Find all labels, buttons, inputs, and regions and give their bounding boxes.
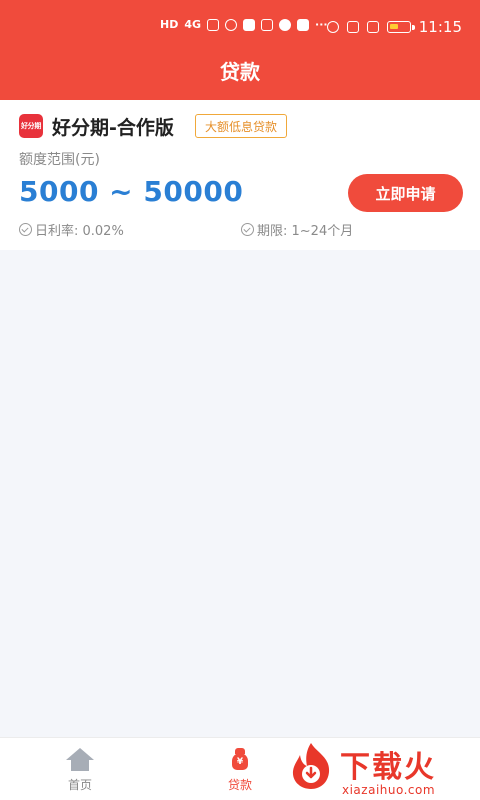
- nav-item-loan[interactable]: ¥ 贷款: [190, 738, 290, 800]
- browser-icon: [279, 18, 292, 31]
- nav-item-home[interactable]: 首页: [30, 738, 130, 800]
- loan-term-text: 期限: 1~24个月: [257, 224, 354, 239]
- check-circle-icon: [241, 223, 254, 236]
- alert-icon: [243, 18, 256, 31]
- message-icon: [297, 18, 310, 31]
- apply-button[interactable]: 立即申请: [348, 174, 463, 212]
- nfc-icon: [346, 21, 359, 33]
- product-tag: 大额低息贷款: [195, 114, 288, 138]
- home-icon: [66, 748, 94, 772]
- signal-icon: [207, 18, 220, 31]
- amount-range: 5000 ~ 50000: [19, 175, 244, 208]
- product-logo: 好分期: [19, 114, 43, 138]
- status-time: 11:15: [418, 18, 462, 36]
- eye-icon: [326, 21, 339, 33]
- flame-logo-icon: [292, 743, 330, 789]
- status-bar: HD 4G ··· 11:15: [0, 0, 480, 50]
- wechat-icon: [225, 18, 238, 31]
- status-icons-left: HD 4G ···: [160, 18, 328, 31]
- page-title: 贷款: [220, 60, 260, 84]
- status-icons-right: 11:15: [326, 18, 462, 36]
- more-notifications: ···: [315, 18, 328, 31]
- app-notification-icon: [261, 18, 274, 31]
- product-name: 好分期-合作版: [52, 117, 174, 139]
- watermark-title: 下载火: [340, 750, 436, 785]
- nav-label-loan: 贷款: [227, 778, 252, 792]
- daily-rate-text: 日利率: 0.02%: [35, 224, 124, 239]
- watermark-site: xiazaihuo.com: [342, 783, 436, 797]
- vibrate-icon: [366, 21, 379, 33]
- app-header: HD 4G ··· 11:15 贷款: [0, 0, 480, 100]
- hd-indicator: HD: [160, 18, 179, 31]
- nav-label-home: 首页: [67, 778, 92, 792]
- range-label: 额度范围(元): [19, 152, 100, 168]
- check-circle-icon: [19, 223, 32, 236]
- daily-rate: 日利率: 0.02%: [19, 220, 124, 239]
- battery-icon: [386, 21, 415, 33]
- loan-term: 期限: 1~24个月: [241, 220, 353, 239]
- network-indicator: 4G: [184, 18, 202, 31]
- watermark: 下载火 xiazaihuo.com: [286, 738, 476, 800]
- loan-bag-icon: ¥: [226, 748, 254, 772]
